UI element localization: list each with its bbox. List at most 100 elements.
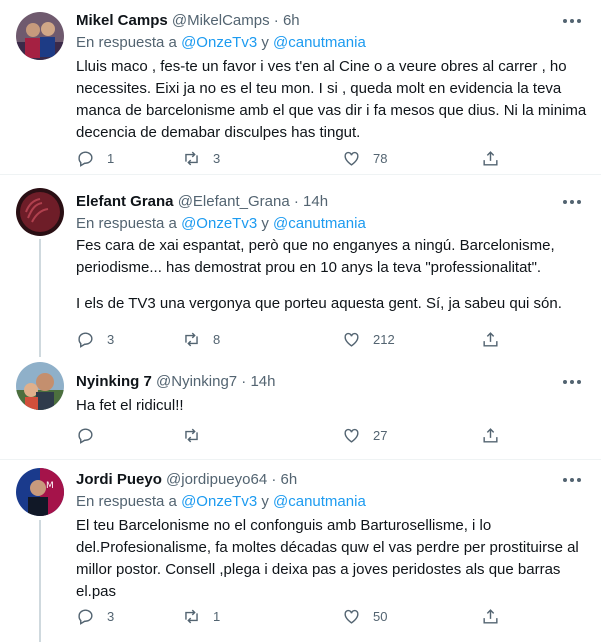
heart-icon (344, 332, 359, 347)
display-name[interactable]: Mikel Camps (76, 12, 168, 29)
tweet-actions: 3 1 50 (76, 606, 506, 626)
mention-link[interactable]: @canutmania (273, 215, 366, 232)
separator-dot: · (241, 373, 247, 390)
share-icon (483, 150, 498, 166)
retweet-icon (185, 609, 198, 623)
share-button[interactable] (481, 425, 500, 445)
retweet-icon (185, 151, 198, 165)
tweet-text: Lluis maco , fes-te un favor i ves t'en … (76, 58, 587, 141)
mention-link[interactable]: @canutmania (273, 34, 366, 51)
reply-conjunction: y (261, 34, 269, 51)
thread-line (39, 520, 41, 642)
like-button[interactable]: 50 (342, 606, 387, 626)
avatar[interactable] (16, 362, 64, 410)
tweet[interactable]: Nyinking 7 @Nyinking7 · 14h Ha fet el ri… (0, 357, 601, 460)
avatar[interactable] (16, 12, 64, 60)
avatar[interactable]: M (16, 468, 64, 516)
reply-icon (78, 608, 93, 625)
share-button[interactable] (481, 329, 500, 349)
retweet-button[interactable]: 3 (182, 148, 220, 168)
share-icon (483, 331, 498, 347)
tweet[interactable]: Mikel Camps @MikelCamps · 6h En respuest… (0, 0, 601, 175)
share-icon (483, 608, 498, 624)
reply-count: 3 (107, 608, 115, 624)
reply-button[interactable]: 3 (76, 606, 114, 626)
retweet-icon (185, 332, 198, 346)
svg-text:M: M (46, 481, 54, 491)
like-count: 27 (373, 427, 388, 443)
tweet-text: El teu Barcelonisme no el confonguis amb… (76, 517, 579, 600)
user-handle[interactable]: @MikelCamps (172, 12, 270, 29)
heart-icon (344, 151, 359, 166)
tweet-actions: 27 (76, 425, 506, 445)
tweet-actions: 1 3 78 (76, 148, 506, 168)
display-name[interactable]: Nyinking 7 (76, 373, 152, 390)
tweet-actions: 3 8 212 (76, 329, 506, 349)
mention-link[interactable]: @OnzeTv3 (181, 493, 257, 510)
timestamp[interactable]: 14h (250, 373, 275, 390)
separator-dot: · (273, 12, 279, 29)
reply-prefix: En respuesta a (76, 215, 177, 232)
mention-link[interactable]: @OnzeTv3 (181, 215, 257, 232)
separator-dot: · (271, 471, 277, 488)
like-count: 212 (373, 331, 395, 347)
heart-icon (344, 609, 359, 624)
like-count: 78 (373, 150, 388, 166)
like-button[interactable]: 27 (342, 425, 387, 445)
reply-conjunction: y (261, 493, 269, 510)
retweet-count: 1 (213, 608, 221, 624)
timestamp[interactable]: 14h (303, 193, 328, 210)
reply-button[interactable]: 3 (76, 329, 114, 349)
tweet-header: Nyinking 7 @Nyinking7 · 14h (76, 372, 276, 392)
reply-icon (78, 331, 93, 348)
user-handle[interactable]: @jordipueyo64 (166, 471, 267, 488)
mention-link[interactable]: @OnzeTv3 (181, 34, 257, 51)
tweet-feed: Mikel Camps @MikelCamps · 6h En respuest… (0, 0, 601, 642)
tweet-text: Fes cara de xai espantat, però que no en… (76, 237, 555, 276)
reply-count: 3 (107, 331, 115, 347)
tweet-text: I els de TV3 una vergonya que porteu aqu… (76, 295, 562, 312)
tweet-text: Ha fet el ridicul!! (76, 397, 184, 414)
tweet-header: Jordi Pueyo @jordipueyo64 · 6h (76, 470, 297, 490)
user-handle[interactable]: @Elefant_Grana (178, 193, 290, 210)
more-options-icon[interactable] (561, 14, 583, 28)
tweet[interactable]: M Jordi Pueyo @jordipueyo64 · 6h En resp… (0, 460, 601, 642)
thread-line (39, 239, 41, 357)
more-options-icon[interactable] (561, 375, 583, 389)
tweet-header: Mikel Camps @MikelCamps · 6h (76, 11, 300, 31)
display-name[interactable]: Elefant Grana (76, 193, 174, 210)
reply-button[interactable]: 1 (76, 148, 114, 168)
avatar[interactable] (16, 188, 64, 236)
reply-prefix: En respuesta a (76, 34, 177, 51)
tweet-header: Elefant Grana @Elefant_Grana · 14h (76, 192, 328, 212)
timestamp[interactable]: 6h (283, 12, 300, 29)
reply-icon (78, 427, 93, 444)
reply-context: En respuesta a @OnzeTv3 y @canutmania (76, 214, 366, 234)
reply-context: En respuesta a @OnzeTv3 y @canutmania (76, 492, 366, 512)
share-button[interactable] (481, 606, 500, 626)
mention-link[interactable]: @canutmania (273, 493, 366, 510)
like-button[interactable]: 212 (342, 329, 395, 349)
retweet-button[interactable]: 8 (182, 329, 220, 349)
retweet-count: 3 (213, 150, 221, 166)
more-options-icon[interactable] (561, 473, 583, 487)
reply-prefix: En respuesta a (76, 493, 177, 510)
retweet-button[interactable]: 1 (182, 606, 220, 626)
like-button[interactable]: 78 (342, 148, 387, 168)
reply-context: En respuesta a @OnzeTv3 y @canutmania (76, 33, 366, 53)
user-handle[interactable]: @Nyinking7 (156, 373, 237, 390)
timestamp[interactable]: 6h (281, 471, 298, 488)
more-options-icon[interactable] (561, 195, 583, 209)
reply-icon (78, 150, 93, 167)
separator-dot: · (293, 193, 299, 210)
reply-conjunction: y (261, 215, 269, 232)
retweet-count: 8 (213, 331, 221, 347)
tweet[interactable]: Elefant Grana @Elefant_Grana · 14h En re… (0, 175, 601, 357)
retweet-button[interactable] (182, 425, 213, 445)
share-icon (483, 427, 498, 443)
display-name[interactable]: Jordi Pueyo (76, 471, 162, 488)
retweet-icon (185, 428, 198, 442)
reply-button[interactable] (76, 425, 107, 445)
heart-icon (344, 428, 359, 443)
share-button[interactable] (481, 148, 500, 168)
